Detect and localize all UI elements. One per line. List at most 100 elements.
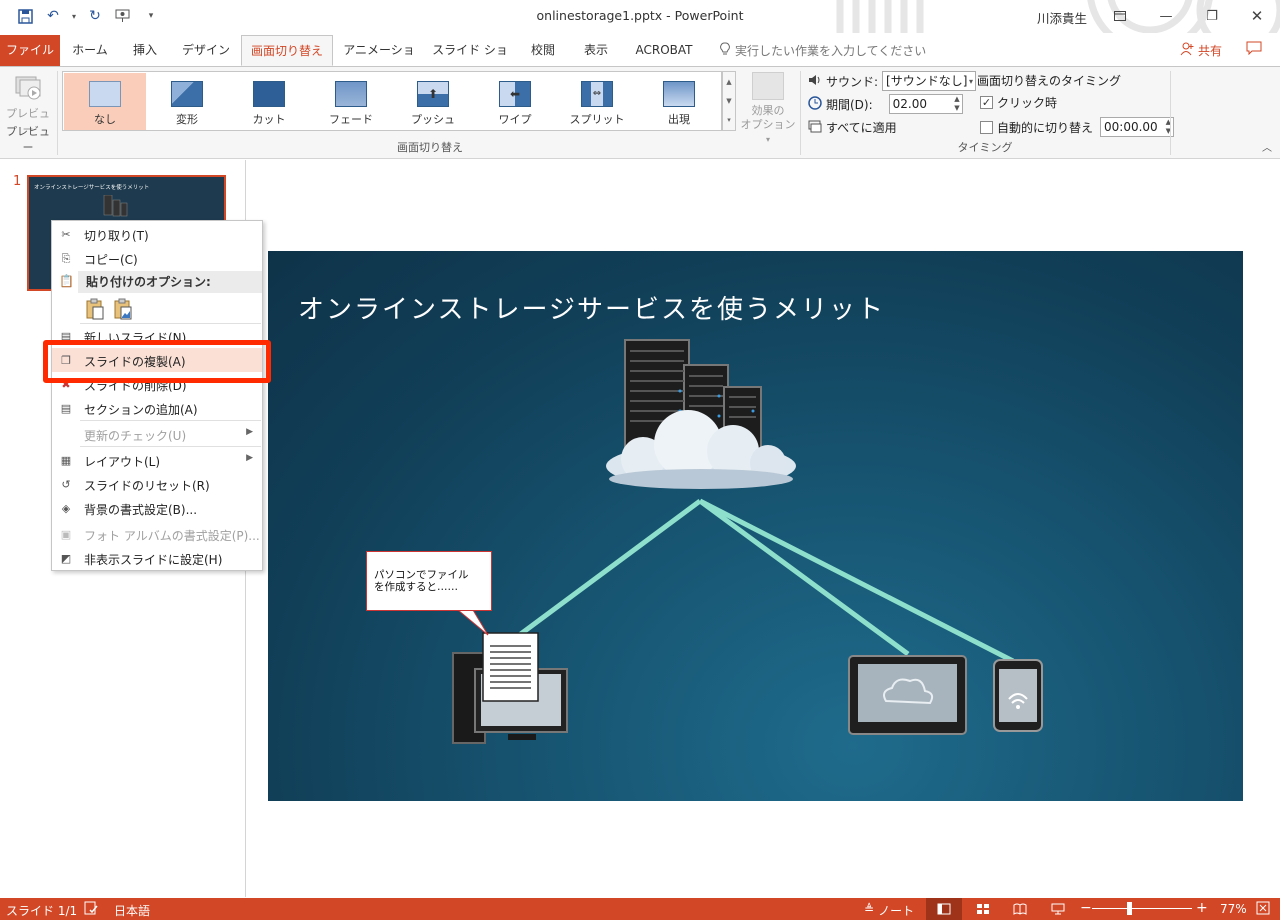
- after-checkbox[interactable]: [980, 120, 993, 134]
- share-button[interactable]: 共有: [1180, 42, 1222, 59]
- menu-item-delete-slide[interactable]: ✖ スライドの削除(D): [52, 372, 262, 396]
- normal-view-icon[interactable]: [926, 898, 962, 920]
- timing-header-label: 画面切り替えのタイミング: [977, 74, 1122, 88]
- on-click-checkbox[interactable]: ✓: [980, 96, 993, 109]
- menu-item-copy[interactable]: ⎘ コピー(C): [52, 246, 262, 270]
- smartphone-icon: [993, 659, 1043, 732]
- slide-graphics: [452, 339, 1043, 744]
- paste-picture-icon[interactable]: [113, 298, 133, 323]
- chevron-down-icon: ▾: [969, 77, 974, 86]
- menu-item-add-section[interactable]: ▤ セクションの追加(A): [52, 396, 262, 420]
- document-icon: [482, 632, 539, 702]
- zoom-slider-thumb[interactable]: [1127, 902, 1132, 915]
- restore-icon[interactable]: ❐: [1198, 4, 1226, 28]
- duration-input[interactable]: 02.00 ▲ ▼: [888, 94, 963, 114]
- menu-item-format-background[interactable]: ◈ 背景の書式設定(B)...: [52, 496, 262, 520]
- share-label: 共有: [1198, 44, 1223, 58]
- close-icon[interactable]: ✕: [1243, 4, 1271, 28]
- tell-me-box[interactable]: 実行したい作業を入力してください: [720, 42, 926, 59]
- tab-animations[interactable]: アニメーション: [338, 35, 420, 88]
- tab-insert[interactable]: 挿入: [122, 35, 168, 66]
- tab-view[interactable]: 表示: [574, 35, 618, 66]
- clock-icon: [808, 95, 822, 113]
- transition-reveal[interactable]: 出現: [638, 73, 720, 130]
- transition-morph[interactable]: 変形: [146, 73, 228, 130]
- notes-button[interactable]: ≜ ノート: [864, 902, 914, 919]
- preview-button[interactable]: プレビュー: [3, 71, 53, 136]
- tab-slideshow[interactable]: スライド ショー: [428, 35, 512, 88]
- sound-row: サウンド: [サウンドなし] ▾: [808, 71, 977, 91]
- layout-icon: ▦: [60, 454, 72, 467]
- copy-icon: ⎘: [61, 252, 71, 265]
- menu-item-duplicate-slide[interactable]: ❐ スライドの複製(A): [52, 348, 262, 372]
- zoom-out-icon[interactable]: −: [1080, 900, 1092, 916]
- apply-all-icon: [808, 120, 822, 136]
- after-time-input[interactable]: 00:00.00 ▲ ▼: [1100, 117, 1175, 137]
- tell-me-placeholder: 実行したい作業を入力してください: [735, 44, 927, 58]
- group-separator: [800, 71, 801, 155]
- transition-none[interactable]: なし: [64, 73, 146, 130]
- tab-file[interactable]: ファイル: [0, 35, 60, 66]
- sound-icon: [808, 74, 822, 89]
- menu-item-new-slide[interactable]: ▤ 新しいスライド(N): [52, 324, 262, 348]
- gallery-up-icon[interactable]: ▲: [726, 78, 731, 86]
- ribbon-display-options-icon[interactable]: [1106, 4, 1134, 28]
- gallery-scroll[interactable]: ▲ ▼ ▾: [722, 71, 736, 131]
- comment-icon[interactable]: [1246, 41, 1262, 58]
- sound-select[interactable]: [サウンドなし] ▾: [882, 71, 977, 91]
- ribbon-tabs: ファイル ホーム 挿入 デザイン 画面切り替え アニメーション スライド ショー…: [0, 33, 1280, 88]
- gallery-more-icon[interactable]: ▾: [727, 116, 731, 124]
- zoom-slider[interactable]: [1092, 908, 1192, 909]
- after-label: 自動的に切り替え: [997, 120, 1094, 135]
- effect-options-button[interactable]: 効果の オプション ▾: [740, 71, 796, 144]
- transition-cut[interactable]: カット: [228, 73, 310, 130]
- tab-home[interactable]: ホーム: [64, 35, 116, 66]
- effect-options-label-1: 効果の: [751, 104, 785, 117]
- notes-icon: ≜: [864, 902, 875, 916]
- tab-acrobat[interactable]: ACROBAT: [628, 35, 700, 66]
- reading-view-icon[interactable]: [1002, 898, 1038, 920]
- after-time-value: 00:00.00: [1104, 120, 1158, 134]
- collapse-ribbon-icon[interactable]: ︿: [1262, 139, 1272, 154]
- language-indicator[interactable]: 日本語: [114, 902, 150, 919]
- menu-item-cut[interactable]: ✂ 切り取り(T): [52, 222, 262, 246]
- ribbon: プレビュー プレビュー なし 変形 カット フェード ⬆ プッシュ ⬅ ワイプ …: [0, 66, 1280, 159]
- menu-item-hide-slide[interactable]: ◩ 非表示スライドに設定(H): [52, 546, 262, 570]
- tab-transitions[interactable]: 画面切り替え: [241, 35, 333, 66]
- group-label-timing: タイミング: [957, 141, 1013, 154]
- apply-all-button[interactable]: すべてに適用: [808, 119, 897, 136]
- slideshow-view-icon[interactable]: [1040, 898, 1076, 920]
- transition-push[interactable]: ⬆ プッシュ: [392, 73, 474, 130]
- group-label-transitions: 画面切り替え: [397, 141, 463, 154]
- slide-canvas[interactable]: オンラインストレージサービスを使うメリット パソコンでファイル を作成すると……: [268, 251, 1243, 801]
- menu-item-layout[interactable]: ▦ レイアウト(L) ▶: [52, 448, 262, 472]
- hide-slide-icon: ◩: [60, 552, 72, 565]
- tab-design[interactable]: デザイン: [176, 35, 236, 66]
- zoom-in-icon[interactable]: +: [1196, 900, 1208, 916]
- on-click-checkbox-row[interactable]: ✓ クリック時: [980, 94, 1057, 111]
- paste-options-header: 貼り付けのオプション:: [78, 271, 262, 293]
- delete-slide-icon: ✖: [61, 378, 71, 391]
- zoom-level[interactable]: 77%: [1220, 902, 1247, 916]
- transition-split[interactable]: ⇔ スプリット: [556, 73, 638, 130]
- menu-item-reset-slide[interactable]: ↺ スライドのリセット(R): [52, 472, 262, 496]
- photo-album-icon: ▣: [60, 528, 72, 541]
- callout-pointer: [456, 609, 489, 636]
- spinner-icon[interactable]: ▲ ▼: [954, 95, 959, 113]
- transition-gallery: なし 変形 カット フェード ⬆ プッシュ ⬅ ワイプ ⇔ スプリット 出現: [62, 71, 722, 131]
- user-name[interactable]: 川添貴生: [1037, 8, 1087, 27]
- transition-fade[interactable]: フェード: [310, 73, 392, 130]
- speech-callout[interactable]: パソコンでファイル を作成すると……: [366, 551, 492, 611]
- paste-keep-format-icon[interactable]: [85, 298, 105, 323]
- apply-all-label: すべてに適用: [826, 121, 897, 135]
- status-bar: スライド 1/1 日本語 ≜ ノート − + 77%: [0, 898, 1280, 920]
- slide-sorter-view-icon[interactable]: [965, 898, 1001, 920]
- sound-value: [サウンドなし]: [886, 74, 968, 88]
- gallery-down-icon[interactable]: ▼: [726, 97, 731, 105]
- scissors-icon: ✂: [61, 228, 71, 241]
- fit-slide-icon[interactable]: [1256, 901, 1270, 918]
- spellcheck-icon[interactable]: [84, 901, 98, 918]
- transition-wipe[interactable]: ⬅ ワイプ: [474, 73, 556, 130]
- minimize-icon[interactable]: —: [1152, 4, 1180, 28]
- tab-review[interactable]: 校閲: [522, 35, 564, 66]
